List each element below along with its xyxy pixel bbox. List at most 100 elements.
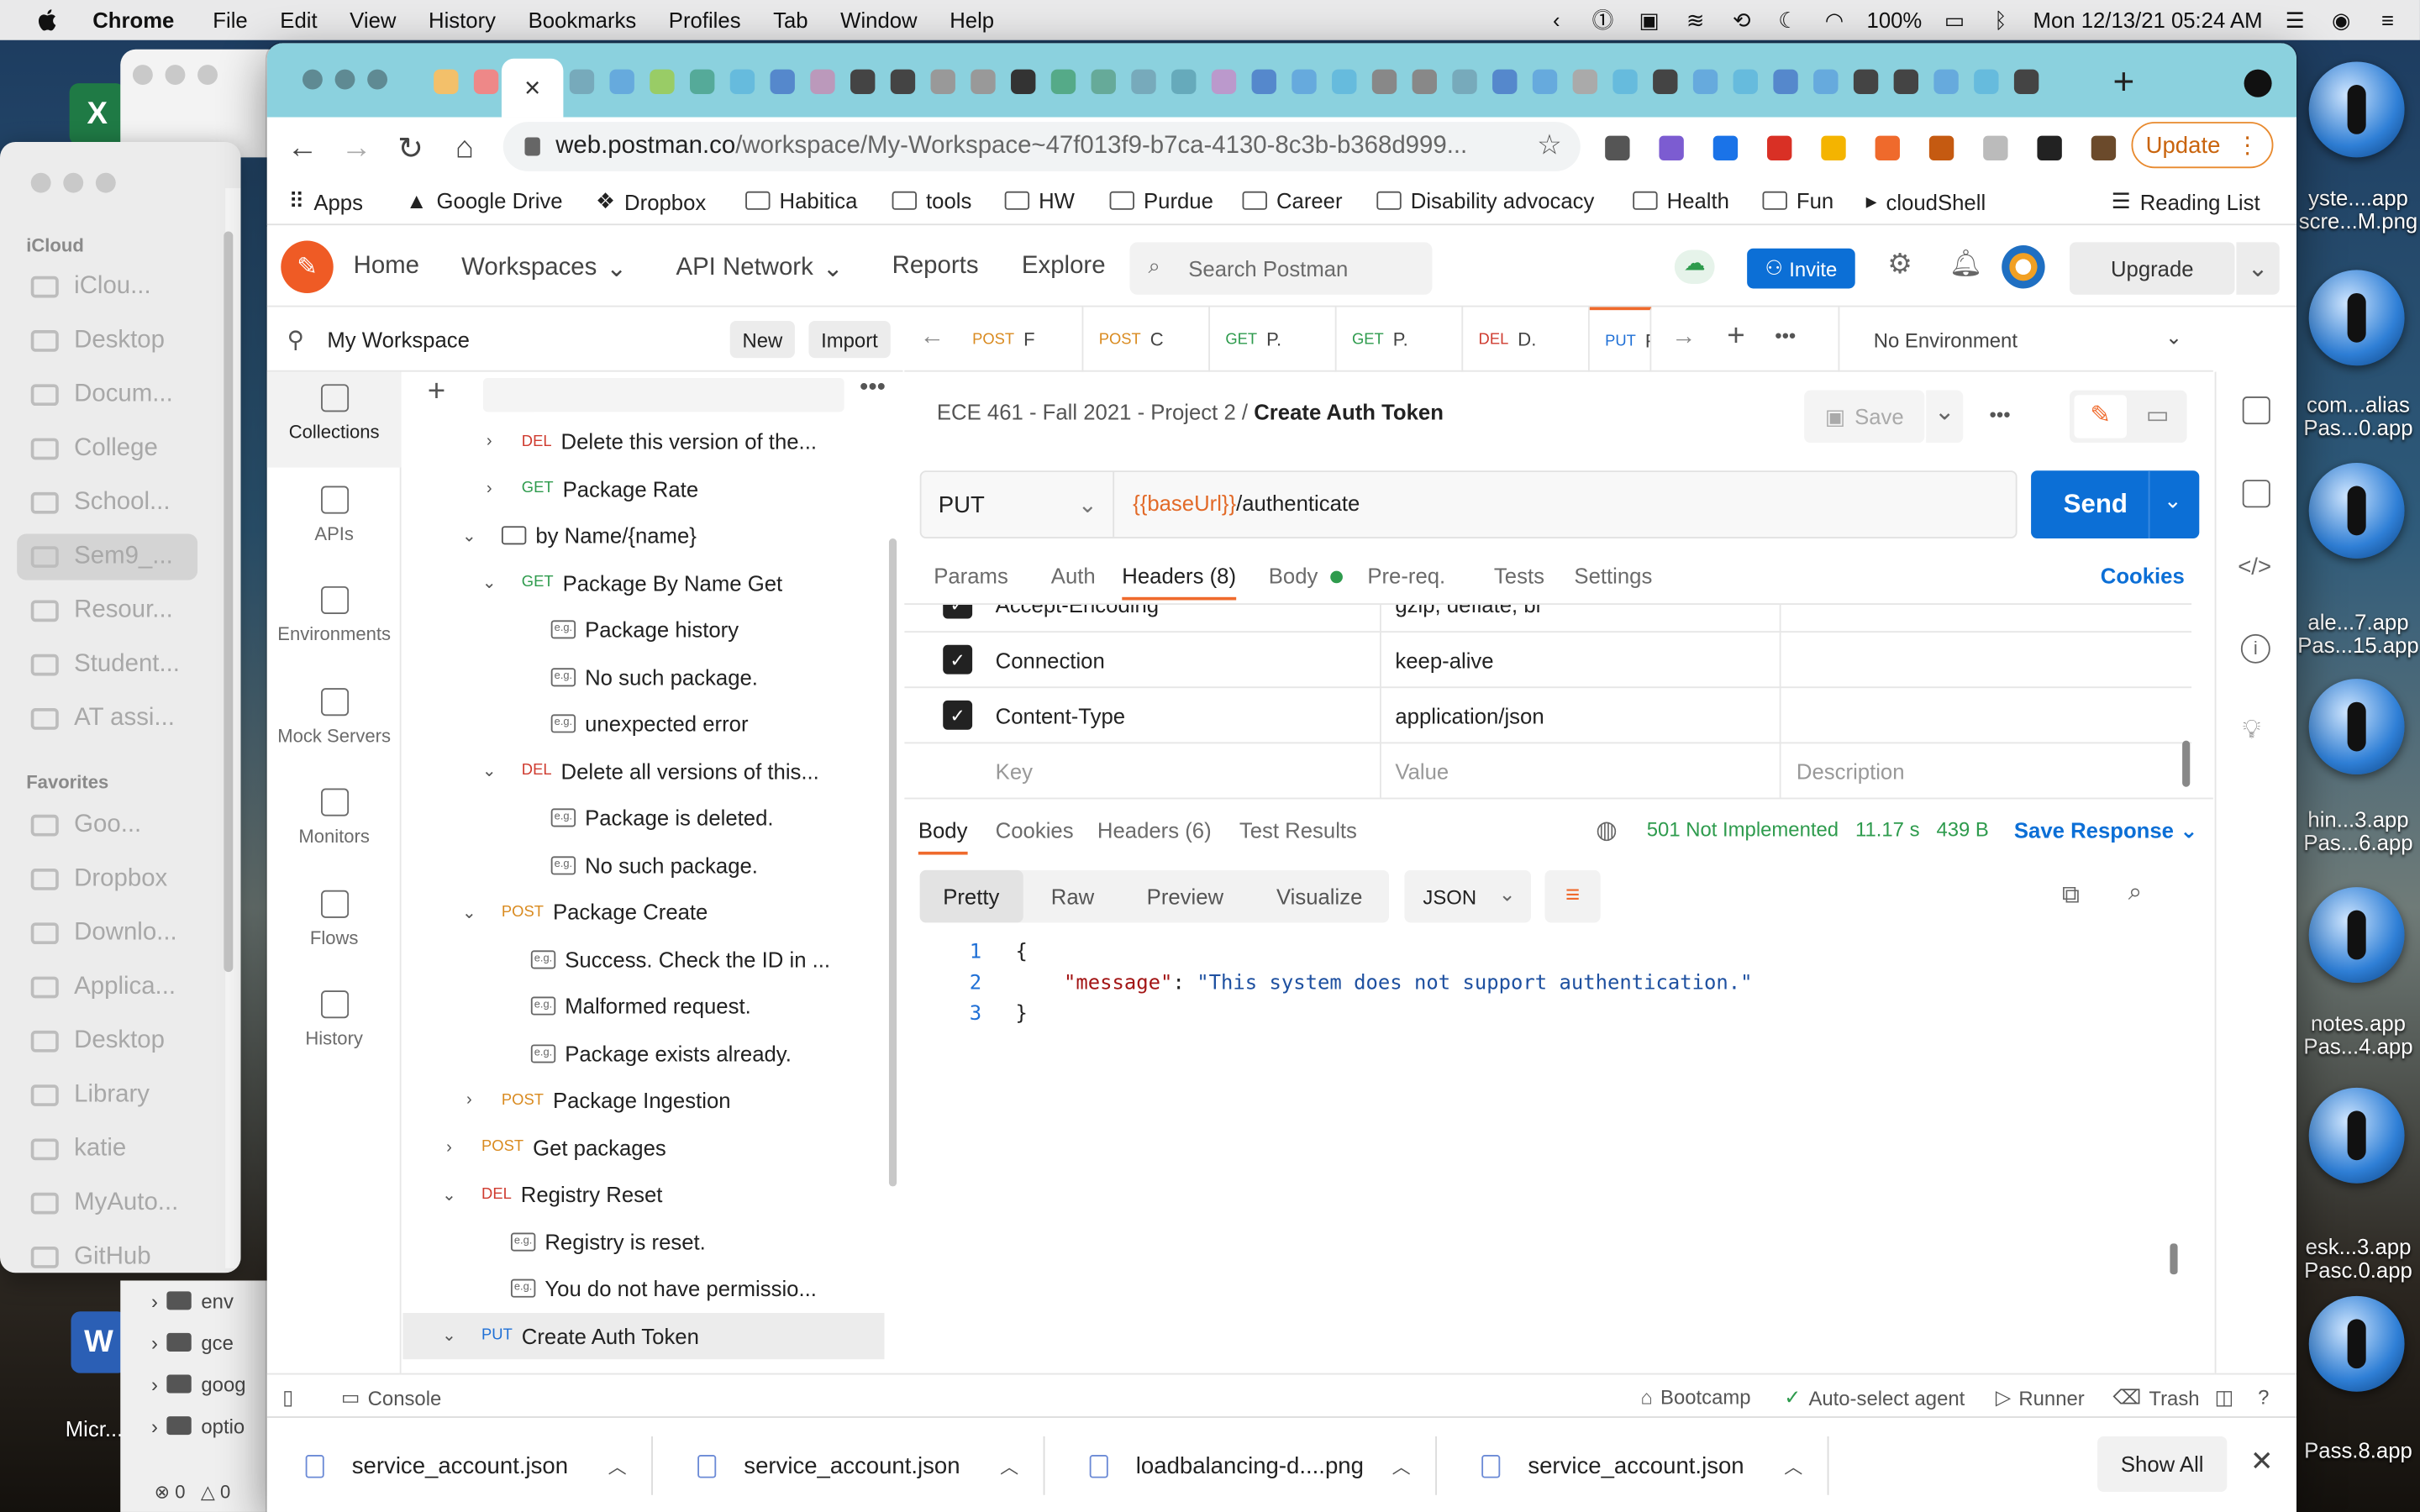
tree-row[interactable]: e.g. Package exists already. [402, 1030, 884, 1076]
chevron-up-icon[interactable]: ︿ [1784, 1452, 1802, 1478]
tab-params[interactable]: Params [934, 563, 1008, 587]
menu-item-history[interactable]: History [429, 8, 496, 32]
save-dropdown-icon[interactable]: ⌄ [1926, 390, 1964, 444]
finder-sidebar-item[interactable]: iClou... [30, 264, 197, 310]
chevron-right-icon[interactable]: › [151, 1289, 158, 1313]
search-input[interactable]: ⌕ Search Postman [1129, 242, 1433, 295]
forward-icon[interactable]: → [341, 130, 372, 164]
tab-favicon-icon[interactable] [1011, 69, 1036, 95]
finder-sidebar-item[interactable]: Resour... [30, 588, 197, 634]
format-select[interactable]: JSON ⌄ [1404, 869, 1532, 923]
desktop-app-icon[interactable] [2300, 1295, 2414, 1395]
battery-icon[interactable]: ▭ [1940, 6, 1968, 34]
extension-icon[interactable] [1928, 135, 1954, 161]
close-light[interactable] [302, 69, 323, 90]
extension-icon[interactable] [1821, 135, 1846, 161]
finder-sidebar-item[interactable]: School... [30, 480, 197, 526]
bootcamp-button[interactable]: ⌂ Bootcamp [1640, 1385, 1750, 1409]
notification-bell-icon[interactable]: 🔔︎ [1949, 249, 1983, 280]
help-icon[interactable]: ? [2258, 1385, 2269, 1409]
menu-item-edit[interactable]: Edit [280, 8, 317, 32]
file-row[interactable]: › goog [151, 1367, 246, 1400]
new-tab-button[interactable]: + [2112, 61, 2134, 104]
send-button[interactable]: Send ⌄ [2031, 470, 2200, 539]
response-tab-headers[interactable]: Headers (6) [1097, 817, 1212, 842]
save-response-button[interactable]: Save Response ⌄ [2014, 817, 2198, 843]
menu-clock[interactable]: Mon 12/13/21 05:24 AM [2033, 8, 2263, 32]
send-dropdown-icon[interactable]: ⌄ [2164, 487, 2182, 513]
chevron-right-icon[interactable]: › [478, 432, 500, 450]
bookmark-item[interactable]: ⠿ Apps [288, 188, 363, 214]
code-icon[interactable]: </> [2238, 554, 2271, 580]
description-placeholder[interactable]: Description [1797, 759, 1905, 784]
bookmark-item[interactable]: Fun [1762, 188, 1833, 213]
siri-icon[interactable]: ◉ [2328, 6, 2355, 34]
workspace-name[interactable]: My Workspace [327, 327, 470, 351]
extension-icon[interactable] [1983, 135, 2008, 161]
download-item[interactable]: service_account.json ︿ [659, 1436, 1045, 1495]
tree-row[interactable]: e.g. Registry is reset. [402, 1218, 884, 1264]
tree-row[interactable]: e.g. Package history [402, 606, 884, 653]
menu-item-file[interactable]: File [213, 8, 247, 32]
reload-icon[interactable]: ↻ [395, 132, 426, 165]
tab-favicon-icon[interactable] [1171, 69, 1197, 95]
bookmark-item[interactable]: Habitica [745, 188, 857, 213]
tab-favicon-icon[interactable] [971, 69, 996, 95]
file-row[interactable]: › env [151, 1284, 234, 1317]
header-key[interactable]: Connection [996, 648, 1105, 672]
request-tab[interactable]: DEL D. [1463, 307, 1590, 372]
copy-icon[interactable]: ⧉ [2062, 883, 2080, 911]
tree-row[interactable]: e.g. Package is deleted. [402, 795, 884, 841]
info-icon[interactable]: i [2240, 633, 2270, 664]
view-raw[interactable]: Raw [1035, 870, 1109, 922]
header-key[interactable]: Content-Type [996, 704, 1125, 728]
menu-item-view[interactable]: View [350, 8, 396, 32]
bookmark-item[interactable]: ▲ Google Drive [406, 188, 563, 213]
update-button[interactable]: Update ⋮ [2131, 122, 2274, 169]
tab-favicon-icon[interactable] [1653, 69, 1678, 95]
upgrade-button[interactable]: Upgrade [2070, 242, 2235, 295]
add-icon[interactable]: + [428, 375, 445, 410]
rail-apis[interactable]: APIs [267, 473, 402, 569]
extension-icon[interactable] [1767, 135, 1792, 161]
nav-workspaces[interactable]: Workspaces ⌄ [461, 253, 627, 284]
nav-home[interactable]: Home [354, 253, 419, 281]
response-status[interactable]: 501 Not Implemented 11.17 s 439 B [1647, 817, 1989, 841]
trash-button[interactable]: ⌫ Trash [2112, 1385, 2199, 1410]
finder-scrollbar[interactable] [224, 231, 234, 973]
zoom-light[interactable] [367, 69, 388, 90]
lock-icon[interactable] [524, 137, 540, 156]
tab-favicon-icon[interactable] [1492, 69, 1518, 95]
tab-favicon-icon[interactable] [609, 69, 634, 95]
value-placeholder[interactable]: Value [1395, 759, 1449, 784]
tree-filter-input[interactable] [482, 377, 844, 412]
finder-favorite-item[interactable]: katie [30, 1126, 197, 1173]
apple-icon[interactable] [34, 6, 61, 34]
menu-item-profiles[interactable]: Profiles [669, 8, 741, 32]
chevron-right-icon[interactable]: › [439, 1138, 460, 1157]
key-placeholder[interactable]: Key [996, 759, 1033, 784]
file-row[interactable]: › optio [151, 1409, 245, 1442]
chevron-right-icon[interactable]: › [151, 1414, 158, 1437]
excel-app-icon[interactable]: X [69, 83, 125, 145]
address-bar[interactable]: web.postman.co/workspace/My-Workspace~47… [502, 122, 1581, 171]
file-row[interactable]: › gce [151, 1326, 234, 1359]
tab-favicon-icon[interactable] [1292, 69, 1317, 95]
tab-favicon-icon[interactable] [1452, 69, 1477, 95]
response-tab-cookies[interactable]: Cookies [996, 817, 1074, 842]
tab-favicon-icon[interactable] [810, 69, 835, 95]
extension-icon[interactable] [1875, 135, 1900, 161]
tabs-more-icon[interactable]: ••• [1775, 324, 1796, 348]
finder-sidebar-item[interactable]: Desktop [30, 318, 197, 364]
header-row[interactable]: ✓ Content-Type application/json [904, 688, 2192, 744]
finder-sidebar-item[interactable]: Sem9_... [17, 533, 198, 580]
save-button[interactable]: ▣ Save [1804, 390, 1925, 444]
desktop-app-icon[interactable] [2300, 61, 2414, 160]
tab-settings[interactable]: Settings [1574, 563, 1652, 587]
agent-button[interactable]: ✓ Auto-select agent [1784, 1385, 1965, 1410]
desktop-app-icon[interactable] [2300, 679, 2414, 778]
tab-favicon-icon[interactable] [1050, 69, 1076, 95]
cookies-link[interactable]: Cookies [2101, 563, 2185, 587]
import-button[interactable]: Import [808, 321, 891, 359]
tab-favicon-icon[interactable] [1091, 69, 1116, 95]
